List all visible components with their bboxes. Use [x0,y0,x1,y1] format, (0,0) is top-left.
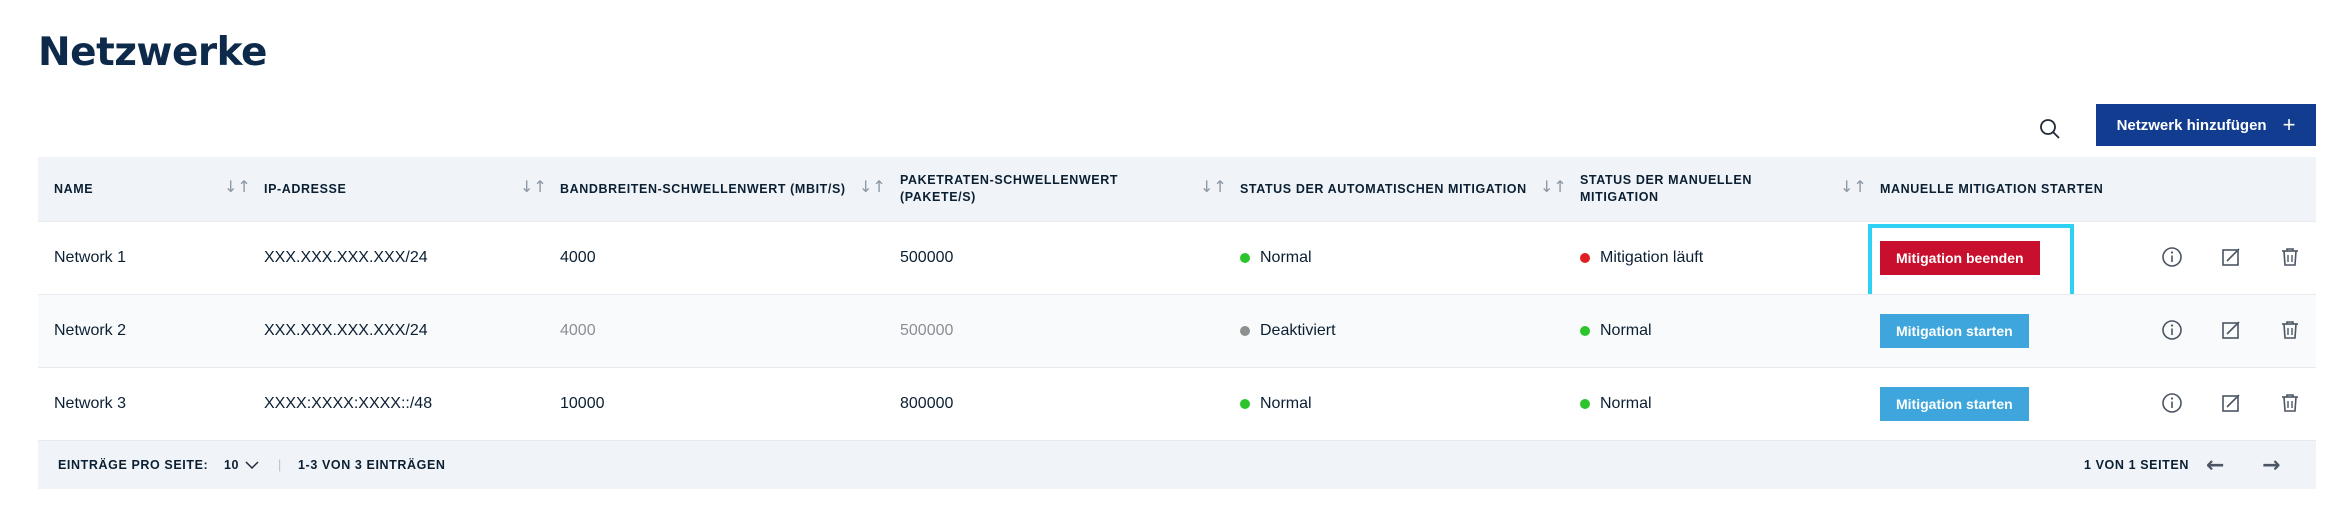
sort-manual-status-icon[interactable]: ↓↑ [1840,177,1867,196]
sort-packets-icon[interactable]: ↓↑ [1200,177,1227,196]
col-name: Name [54,181,94,196]
per-page-label: Einträge pro Seite: [58,458,209,472]
status-dot-icon [1580,326,1590,336]
status-dot-icon [1240,399,1250,409]
ip-address: XXX.XXX.XXX.XXX/24 [264,322,428,339]
auto-status-label: Deaktiviert [1260,322,1336,339]
next-page-icon[interactable]: → [2262,441,2281,489]
trash-icon[interactable] [2278,318,2302,342]
start-mitigation-button[interactable]: Mitigation starten [1880,314,2029,348]
auto-status: Deaktiviert [1240,295,1336,367]
status-dot-icon [1240,326,1250,336]
network-name: Network 2 [54,322,127,339]
networks-table: Name ↓↑ IP-Adresse ↓↑ Bandbreiten-Schwel… [38,157,2316,489]
bandwidth-threshold: 10000 [560,395,605,412]
col-ip: IP-Adresse [264,181,347,196]
auto-status: Normal [1240,222,1312,294]
sort-auto-status-icon[interactable]: ↓↑ [1540,177,1567,196]
col-bandwidth: Bandbreiten-Schwellenwert (Mbit/s) [560,181,846,196]
bandwidth-threshold: 4000 [560,249,596,266]
page-title: Netzwerke [38,30,268,75]
trash-icon[interactable] [2278,391,2302,415]
chevron-down-icon [245,461,259,470]
page-indicator: 1 von 1 Seiten [2084,458,2189,472]
sort-ip-icon[interactable]: ↓↑ [520,177,547,196]
edit-icon[interactable] [2219,391,2243,415]
info-icon[interactable] [2160,245,2184,269]
sort-bandwidth-icon[interactable]: ↓↑ [859,177,886,196]
per-page-select[interactable]: 10 [224,441,259,489]
manual-status: Normal [1580,368,1652,440]
table-pagination: Einträge pro Seite: 10 | 1-3 von 3 Eintr… [38,440,2316,489]
bandwidth-threshold: 4000 [560,322,596,339]
search-button[interactable] [2030,109,2070,149]
col-manual-action: Manuelle Mitigation starten [1880,181,2104,196]
auto-status-label: Normal [1260,395,1312,412]
packet-threshold: 500000 [900,249,954,266]
add-network-label: Netzwerk hinzufügen [2116,116,2267,134]
manual-status: Normal [1580,295,1652,367]
ip-address: XXXX:XXXX:XXXX::/48 [264,395,433,412]
ip-address: XXX.XXX.XXX.XXX/24 [264,249,428,266]
manual-status-label: Mitigation läuft [1600,249,1704,266]
table-row: Network 3 XXXX:XXXX:XXXX::/48 10000 8000… [38,367,2316,440]
info-icon[interactable] [2160,318,2184,342]
status-dot-icon [1240,253,1250,263]
info-icon[interactable] [2160,391,2184,415]
table-row: Network 2 XXX.XXX.XXX.XXX/24 4000 500000… [38,294,2316,367]
start-mitigation-button[interactable]: Mitigation starten [1880,387,2029,421]
add-network-button[interactable]: Netzwerk hinzufügen + [2096,104,2316,146]
network-name: Network 1 [54,249,127,266]
stop-mitigation-button[interactable]: Mitigation beenden [1880,241,2040,275]
auto-status-label: Normal [1260,249,1312,266]
manual-status: Mitigation läuft [1580,222,1703,294]
sort-name-icon[interactable]: ↓↑ [224,177,251,196]
col-auto-status: Status der automatischen Mitigation [1240,181,1527,196]
divider: | [278,458,282,472]
manual-status-label: Normal [1600,322,1652,339]
per-page-value: 10 [224,458,240,472]
status-dot-icon [1580,399,1590,409]
table-header: Name ↓↑ IP-Adresse ↓↑ Bandbreiten-Schwel… [38,157,2316,221]
table-row: Network 1 XXX.XXX.XXX.XXX/24 4000 500000… [38,221,2316,300]
packet-threshold: 800000 [900,395,954,412]
search-icon [2040,119,2060,139]
manual-status-label: Normal [1600,395,1652,412]
plus-icon: + [2282,112,2296,137]
trash-icon[interactable] [2278,245,2302,269]
prev-page-icon[interactable]: ← [2206,441,2225,489]
network-name: Network 3 [54,395,127,412]
entries-range: 1-3 von 3 Einträgen [298,458,446,472]
packet-threshold: 500000 [900,322,954,339]
edit-icon[interactable] [2219,318,2243,342]
status-dot-icon [1580,253,1590,263]
edit-icon[interactable] [2219,245,2243,269]
col-manual-status: Status der manuellen Mitigation [1580,173,1752,204]
auto-status: Normal [1240,368,1312,440]
col-packets: Paketraten-Schwellenwert (Pakete/s) [900,173,1119,204]
